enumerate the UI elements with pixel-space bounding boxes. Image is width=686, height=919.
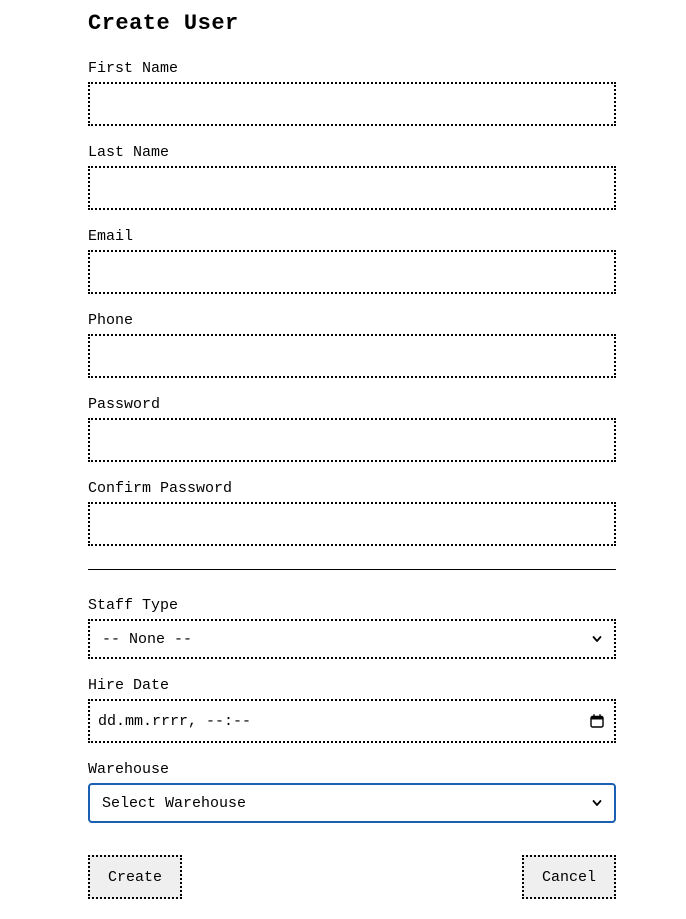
staff-type-label: Staff Type xyxy=(88,597,179,614)
hire-date-label: Hire Date xyxy=(88,677,170,694)
email-label: Email xyxy=(88,228,134,245)
page-title: Create User xyxy=(88,11,239,36)
confirm-password-input[interactable] xyxy=(88,502,616,546)
staff-type-selected: -- None -- xyxy=(102,630,193,648)
calendar-icon[interactable] xyxy=(590,714,604,728)
email-input[interactable] xyxy=(88,250,616,294)
first-name-label: First Name xyxy=(88,60,179,77)
warehouse-label: Warehouse xyxy=(88,761,170,778)
last-name-input[interactable] xyxy=(88,166,616,210)
phone-label: Phone xyxy=(88,312,134,329)
section-divider xyxy=(88,569,616,570)
password-input[interactable] xyxy=(88,418,616,462)
chevron-down-icon xyxy=(592,636,602,642)
first-name-input[interactable] xyxy=(88,82,616,126)
chevron-down-icon xyxy=(592,800,602,806)
last-name-label: Last Name xyxy=(88,144,170,161)
cancel-button[interactable]: Cancel xyxy=(522,855,616,899)
warehouse-select[interactable]: Select Warehouse xyxy=(88,783,616,823)
warehouse-selected: Select Warehouse xyxy=(102,794,247,812)
staff-type-select[interactable]: -- None -- xyxy=(88,619,616,659)
hire-date-placeholder: dd.mm.rrrr, --:-- xyxy=(98,712,252,730)
phone-input[interactable] xyxy=(88,334,616,378)
hire-date-input[interactable]: dd.mm.rrrr, --:-- xyxy=(88,699,616,743)
create-button[interactable]: Create xyxy=(88,855,182,899)
confirm-password-label: Confirm Password xyxy=(88,480,233,497)
password-label: Password xyxy=(88,396,161,413)
